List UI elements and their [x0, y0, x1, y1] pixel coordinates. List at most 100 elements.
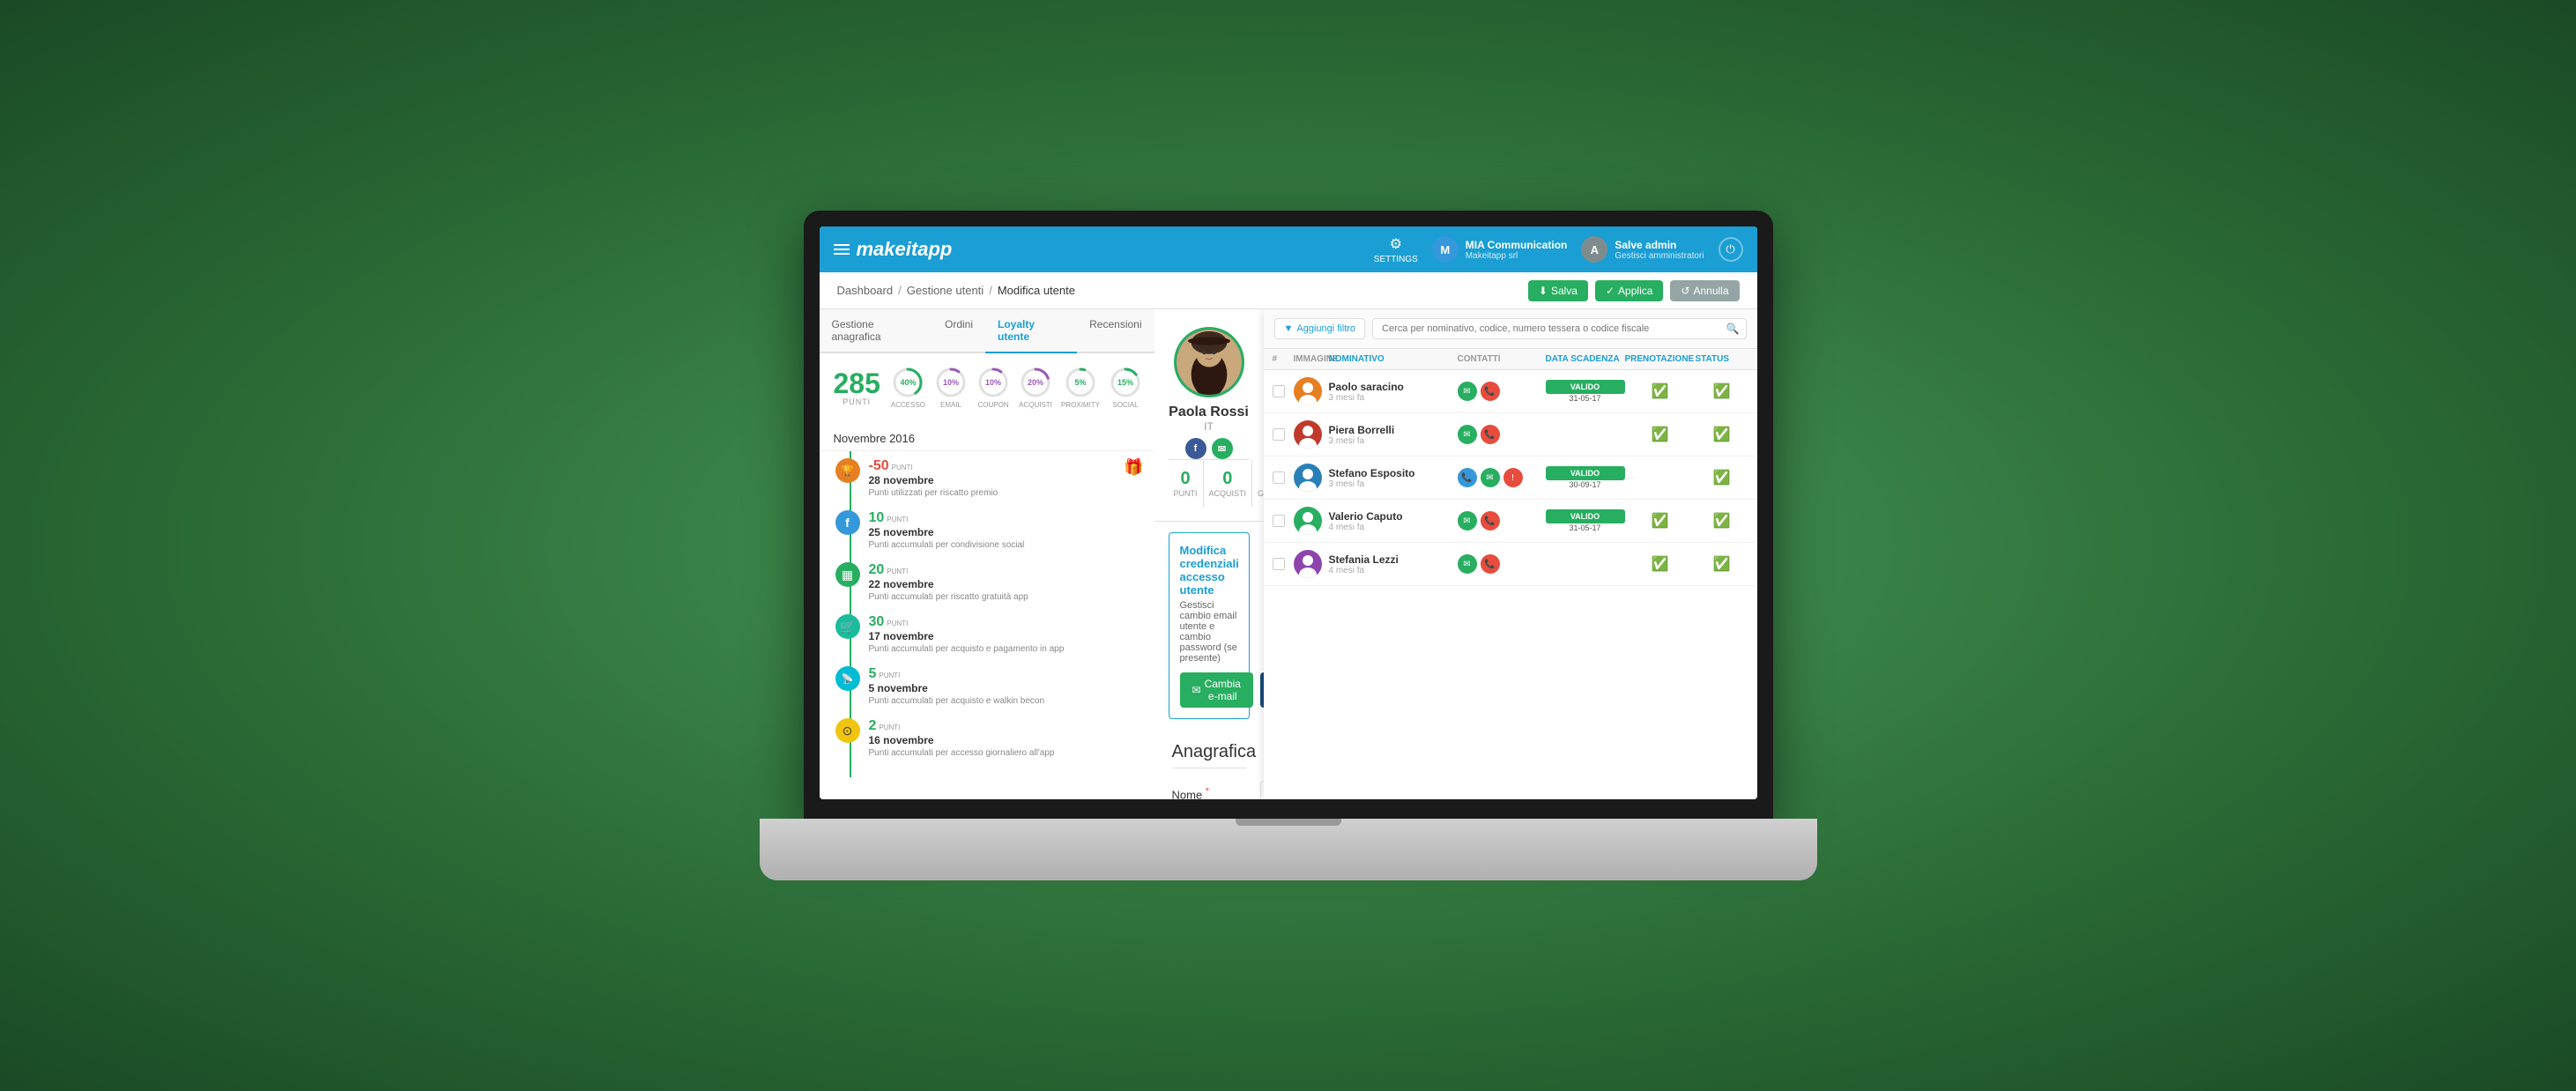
nome-label: Nome * — [1172, 786, 1251, 799]
filter-icon: ▼ — [1284, 323, 1294, 334]
contact-phone-icon[interactable]: 📞 — [1481, 382, 1500, 401]
status-cell: ✅ — [1696, 469, 1748, 486]
search-wrap: 🔍 — [1372, 318, 1746, 339]
contact-email-icon[interactable]: ✉ — [1458, 554, 1477, 574]
timeline-item: 🏆 -50 PUNTI 28 novembre Punti utilizzati… — [830, 458, 1144, 498]
app-container: makeitapp ⚙ SETTINGS M MIA Communication — [820, 226, 1757, 799]
cred-title: Modifica credenziali accesso utente — [1180, 544, 1238, 597]
timeline-content: 5 PUNTI 5 novembre Punti accumulati per … — [869, 666, 1144, 706]
row-checkbox[interactable] — [1273, 385, 1285, 397]
breadcrumb-gestione[interactable]: Gestione utenti — [907, 284, 984, 297]
credentials-section: Modifica credenziali accesso utente Gest… — [1169, 532, 1250, 719]
status-cell: ✅ — [1696, 512, 1748, 530]
row-avatar — [1294, 550, 1322, 578]
timeline-icon-cart: 🛒 — [835, 614, 860, 639]
breadcrumb: Dashboard / Gestione utenti / Modifica u… — [837, 284, 1528, 297]
profile-name: Paola Rossi — [1169, 404, 1249, 420]
profile-avatar-wrap — [1174, 327, 1244, 397]
row-checkbox[interactable] — [1273, 515, 1285, 527]
th-contatti: Contatti — [1458, 354, 1546, 364]
contact-email-icon[interactable]: ✉ — [1458, 425, 1477, 444]
timeline-item: 🛒 30 PUNTI 17 novembre Punti accumulati … — [830, 614, 1144, 654]
timeline-icon-beacon: 📡 — [835, 666, 860, 691]
laptop-screen: makeitapp ⚙ SETTINGS M MIA Communication — [820, 226, 1757, 799]
prenotazione-cell: ✅ — [1625, 382, 1696, 400]
user-info: Paolo saracino 3 mesi fa — [1329, 381, 1458, 403]
prenotazione-cell: ✅ — [1625, 426, 1696, 443]
search-icon: 🔍 — [1726, 323, 1740, 335]
timeline-item: 📡 5 PUNTI 5 novembre Punti accumulati pe… — [830, 666, 1144, 706]
breadcrumb-dashboard[interactable]: Dashboard — [837, 284, 894, 297]
add-filter-button[interactable]: ▼ Aggiungi filtro — [1274, 318, 1366, 339]
contact-phone-icon[interactable]: 📞 — [1481, 511, 1500, 531]
social-facebook[interactable]: f — [1185, 438, 1206, 459]
table-row[interactable]: Stefano Esposito 3 mesi fa 📞 ✉ ! VALIDO — [1264, 456, 1757, 500]
contacts-cell: ✉ 📞 — [1458, 382, 1546, 401]
main-area: Gestione anagrafica Ordini Loyalty utent… — [820, 309, 1757, 799]
prenotazione-cell: ✅ — [1625, 512, 1696, 530]
table-toolbar: ▼ Aggiungi filtro 🔍 — [1264, 309, 1757, 349]
change-email-button[interactable]: ✉ Cambia e-mail — [1180, 672, 1253, 708]
month-title: Novembre 2016 — [820, 427, 1154, 451]
row-avatar — [1294, 377, 1322, 405]
contact-alert-icon[interactable]: ! — [1503, 468, 1523, 487]
th-scadenza: Data scadenza — [1546, 354, 1625, 364]
points-value: 285 — [834, 369, 880, 397]
user-info: Stefania Lezzi 4 mesi fa — [1329, 553, 1458, 575]
social-email[interactable]: ✉ — [1212, 438, 1233, 459]
row-checkbox[interactable] — [1273, 428, 1285, 441]
contact-phone-icon[interactable]: 📞 — [1481, 554, 1500, 574]
hamburger-icon[interactable] — [834, 244, 850, 255]
scadenza-cell: VALIDO 30-09-17 — [1546, 466, 1625, 489]
timeline-item: ⊙ 2 PUNTI 16 novembre Punti accumulati p… — [830, 718, 1144, 758]
table-row[interactable]: Piera Borrelli 3 mesi fa ✉ 📞 ✅ ✅ — [1264, 413, 1757, 456]
breadcrumb-bar: Dashboard / Gestione utenti / Modifica u… — [820, 272, 1757, 309]
center-panel: Paola Rossi IT f ✉ 0 PUNTI — [1154, 309, 1264, 799]
laptop-wrapper: makeitapp ⚙ SETTINGS M MIA Communication — [760, 211, 1817, 880]
users-table: Paolo saracino 3 mesi fa ✉ 📞 VALIDO 31-0… — [1264, 370, 1757, 799]
th-prenotazione: Prenotazione — [1625, 354, 1696, 364]
apply-button[interactable]: ✓ Applica — [1595, 280, 1663, 301]
row-checkbox[interactable] — [1273, 471, 1285, 484]
row-checkbox[interactable] — [1273, 558, 1285, 570]
profile-stat-gratuita: 0 GRATUITÀ — [1252, 460, 1263, 507]
right-panel: ▼ Aggiungi filtro 🔍 # Immagine — [1264, 309, 1757, 799]
company-details: MIA Communication Makeitapp srl — [1466, 239, 1568, 261]
stat-acquisti: 20% ACQUISTI — [1019, 366, 1052, 409]
contact-email-icon[interactable]: ✉ — [1458, 511, 1477, 531]
contacts-cell: ✉ 📞 — [1458, 511, 1546, 531]
th-immagine: Immagine — [1294, 354, 1329, 364]
app-brand: makeitapp — [857, 238, 953, 261]
table-row[interactable]: Stefania Lezzi 4 mesi fa ✉ 📞 ✅ ✅ — [1264, 543, 1757, 586]
tab-gestione[interactable]: Gestione anagrafica — [820, 309, 932, 353]
row-avatar — [1294, 464, 1322, 492]
contact-phone-icon[interactable]: 📞 — [1481, 425, 1500, 444]
cred-desc: Gestisci cambio email utente e cambio pa… — [1180, 600, 1238, 664]
table-row[interactable]: Valerio Caputo 4 mesi fa ✉ 📞 VALIDO 31-0… — [1264, 500, 1757, 543]
save-button[interactable]: ⬇ Salva — [1528, 280, 1588, 301]
anagrafica-section: Anagrafica Nome * Email * Nato il — [1154, 730, 1264, 799]
power-button[interactable]: ⏻ — [1719, 237, 1743, 262]
tab-loyalty[interactable]: Loyalty utente — [985, 309, 1077, 353]
user-info: Stefano Esposito 3 mesi fa — [1329, 467, 1458, 489]
prenotazione-cell: — — [1625, 472, 1696, 483]
contact-email-icon[interactable]: ✉ — [1458, 382, 1477, 401]
contact-phone-icon[interactable]: 📞 — [1458, 468, 1477, 487]
th-hash: # — [1273, 354, 1294, 364]
cred-buttons: ✉ Cambia e-mail 🔒 Cambia password — [1180, 672, 1238, 708]
user-nav-details: Salve admin Gestisci amministratori — [1615, 239, 1704, 261]
table-search-input[interactable] — [1372, 318, 1746, 339]
gear-icon: ⚙ — [1390, 235, 1402, 253]
contact-email-icon[interactable]: ✉ — [1481, 468, 1500, 487]
tab-navigation: Gestione anagrafica Ordini Loyalty utent… — [820, 309, 1154, 353]
scadenza-cell: VALIDO 31-05-17 — [1546, 380, 1625, 403]
contacts-cell: 📞 ✉ ! — [1458, 468, 1546, 487]
profile-card: Paola Rossi IT f ✉ 0 PUNTI — [1154, 309, 1264, 522]
table-row[interactable]: Paolo saracino 3 mesi fa ✉ 📞 VALIDO 31-0… — [1264, 370, 1757, 413]
settings-button[interactable]: ⚙ SETTINGS — [1374, 235, 1418, 264]
laptop-bezel: makeitapp ⚙ SETTINGS M MIA Communication — [804, 211, 1773, 819]
tab-ordini[interactable]: Ordini — [932, 309, 985, 353]
cancel-button[interactable]: ↺ Annulla — [1670, 280, 1739, 301]
timeline-icon-trophy: 🏆 — [835, 458, 860, 483]
tab-recensioni[interactable]: Recensioni — [1077, 309, 1154, 353]
